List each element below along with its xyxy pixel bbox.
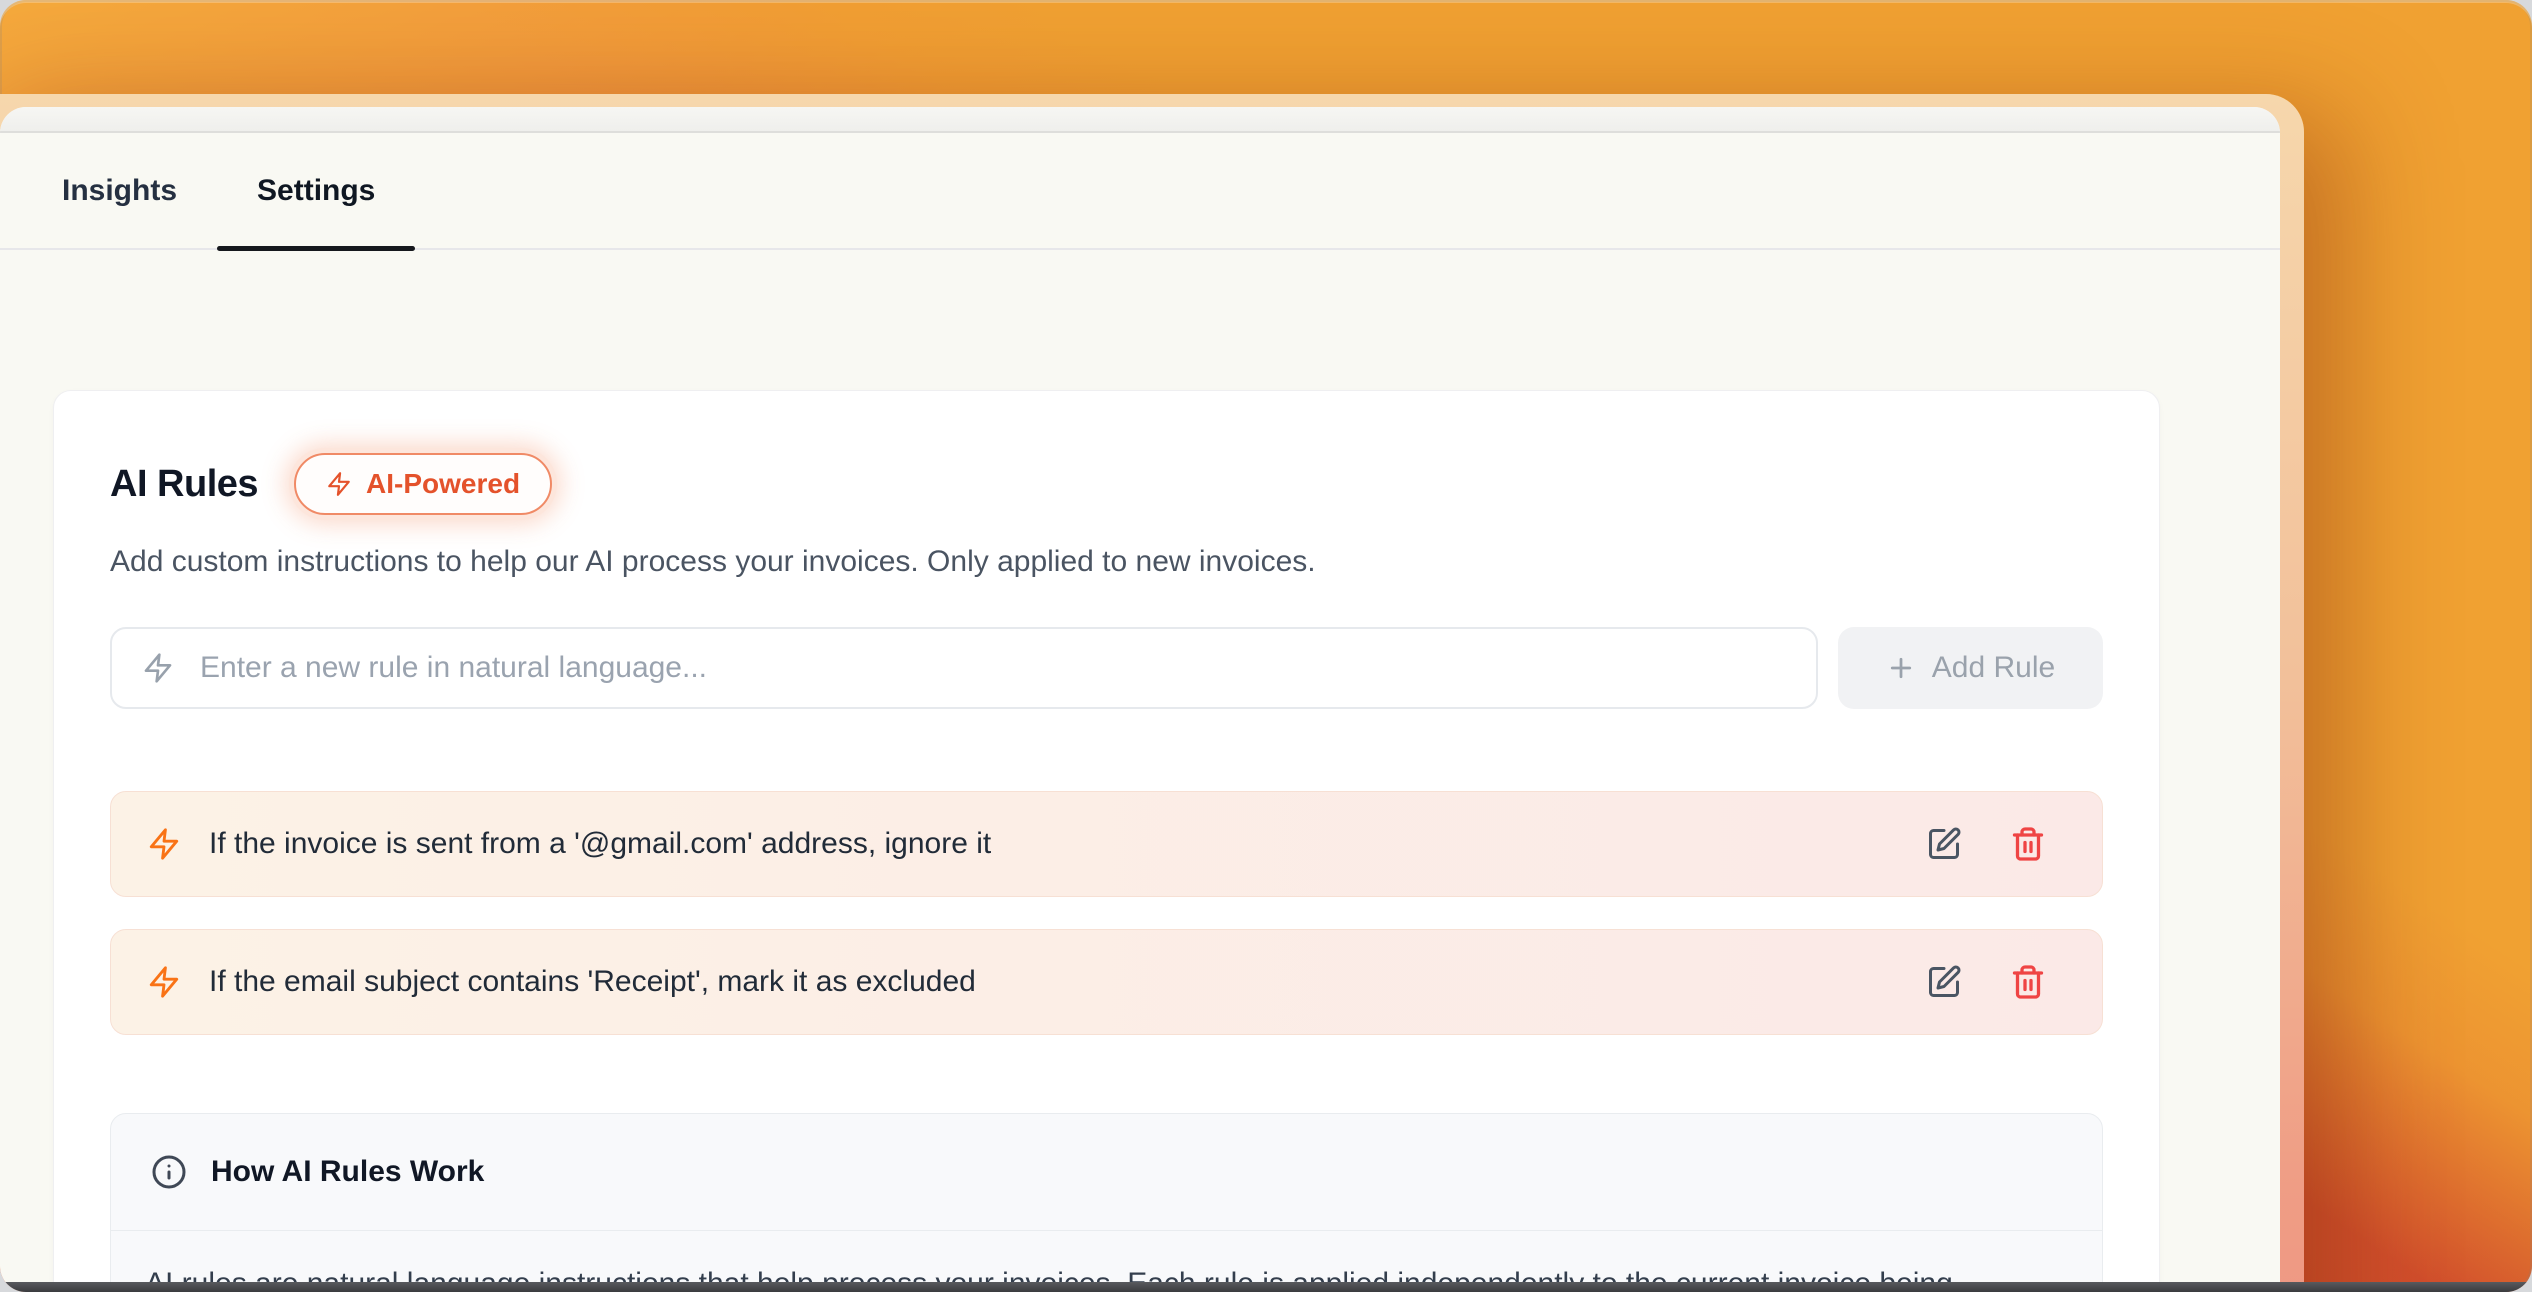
tab-insights[interactable]: Insights (22, 133, 217, 248)
rule-row: If the invoice is sent from a '@gmail.co… (110, 791, 2103, 897)
add-rule-button-label: Add Rule (1931, 651, 2056, 684)
window-titlebar (0, 107, 2280, 133)
delete-rule-button[interactable] (2010, 826, 2046, 862)
plus-icon (1886, 653, 1916, 683)
ai-powered-badge: AI-Powered (294, 453, 553, 515)
how-rules-work-box: How AI Rules Work AI rules are natural l… (110, 1113, 2103, 1292)
trash-icon (2010, 826, 2046, 862)
tab-insights-label: Insights (62, 173, 178, 207)
info-circle-icon (151, 1154, 187, 1190)
edit-rule-button[interactable] (1926, 964, 1962, 1000)
square-pen-icon (1926, 826, 1962, 862)
new-rule-input[interactable] (110, 627, 1818, 709)
desktop-screenshot: Insights Settings AI Rules AI-Powered Ad… (0, 0, 2532, 1292)
trash-icon (2010, 964, 2046, 1000)
zap-icon (147, 965, 181, 999)
app-window: Insights Settings AI Rules AI-Powered Ad… (0, 107, 2280, 1292)
add-rule-button[interactable]: Add Rule (1838, 627, 2103, 709)
rule-text: If the email subject contains 'Receipt',… (209, 965, 976, 998)
delete-rule-button[interactable] (2010, 964, 2046, 1000)
square-pen-icon (1926, 964, 1962, 1000)
tab-settings[interactable]: Settings (217, 133, 416, 251)
edit-rule-button[interactable] (1926, 826, 1962, 862)
how-rules-work-header: How AI Rules Work (111, 1114, 2102, 1231)
zap-icon (142, 652, 174, 689)
ai-rules-card: AI Rules AI-Powered Add custom instructi… (53, 390, 2160, 1292)
page-title: AI Rules (110, 462, 259, 505)
zap-icon (147, 827, 181, 861)
ai-powered-badge-label: AI-Powered (366, 468, 521, 499)
rule-actions (1926, 826, 2046, 862)
rules-list: If the invoice is sent from a '@gmail.co… (110, 791, 2103, 1035)
rule-actions (1926, 964, 2046, 1000)
ai-rules-description: Add custom instructions to help our AI p… (110, 545, 1316, 578)
app-window-shadow: Insights Settings AI Rules AI-Powered Ad… (0, 94, 2304, 1292)
how-rules-work-body: AI rules are natural language instructio… (145, 1267, 1953, 1292)
rule-text: If the invoice is sent from a '@gmail.co… (209, 827, 992, 860)
tab-settings-label: Settings (257, 173, 376, 207)
how-rules-work-title: How AI Rules Work (211, 1155, 485, 1188)
ai-rules-header: AI Rules AI-Powered (110, 453, 2103, 515)
tabs-bar: Insights Settings (0, 133, 2280, 251)
zap-icon (326, 471, 352, 497)
rule-row: If the email subject contains 'Receipt',… (110, 929, 2103, 1035)
rule-input-wrap (110, 627, 1818, 709)
rule-input-row: Add Rule (110, 627, 2103, 709)
